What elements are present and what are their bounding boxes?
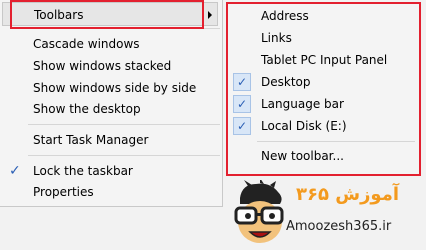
menu-item-show-the-desktop[interactable]: Show the desktop (0, 98, 222, 120)
mascot-face-icon (234, 180, 284, 243)
menu-item-label: Properties (33, 185, 94, 199)
menu-separator (28, 124, 220, 125)
menu-item-label: Show windows stacked (33, 59, 172, 73)
submenu-arrow-icon (208, 11, 212, 19)
menu-item-show-windows-side-by-side[interactable]: Show windows side by side (0, 77, 222, 99)
menu-item-cascade-windows[interactable]: Cascade windows (0, 33, 222, 55)
menu-item-show-windows-stacked[interactable]: Show windows stacked (0, 55, 222, 77)
taskbar-context-menu: Toolbars Cascade windows Show windows st… (0, 0, 223, 207)
watermark-text-fa: آموزش ۳۶۵ (296, 184, 400, 205)
submenu-highlight-box (226, 2, 421, 176)
menu-item-properties[interactable]: Properties (0, 181, 222, 203)
menu-item-lock-the-taskbar[interactable]: ✓ Lock the taskbar (0, 160, 222, 182)
menu-separator (28, 155, 220, 156)
menu-item-start-task-manager[interactable]: Start Task Manager (0, 129, 222, 151)
menu-item-label: Cascade windows (33, 37, 140, 51)
menu-item-label: Show windows side by side (33, 81, 197, 95)
menu-item-label: Lock the taskbar (33, 164, 133, 178)
menu-item-label: Show the desktop (33, 102, 141, 116)
watermark-text-en: Amoozesh365.ir (286, 219, 392, 234)
menu-item-label: Start Task Manager (33, 133, 149, 147)
toolbars-highlight-box (10, 0, 204, 29)
watermark-logo: آموزش ۳۶۵ Amoozesh365.ir (230, 180, 426, 250)
check-icon: ✓ (9, 163, 21, 179)
